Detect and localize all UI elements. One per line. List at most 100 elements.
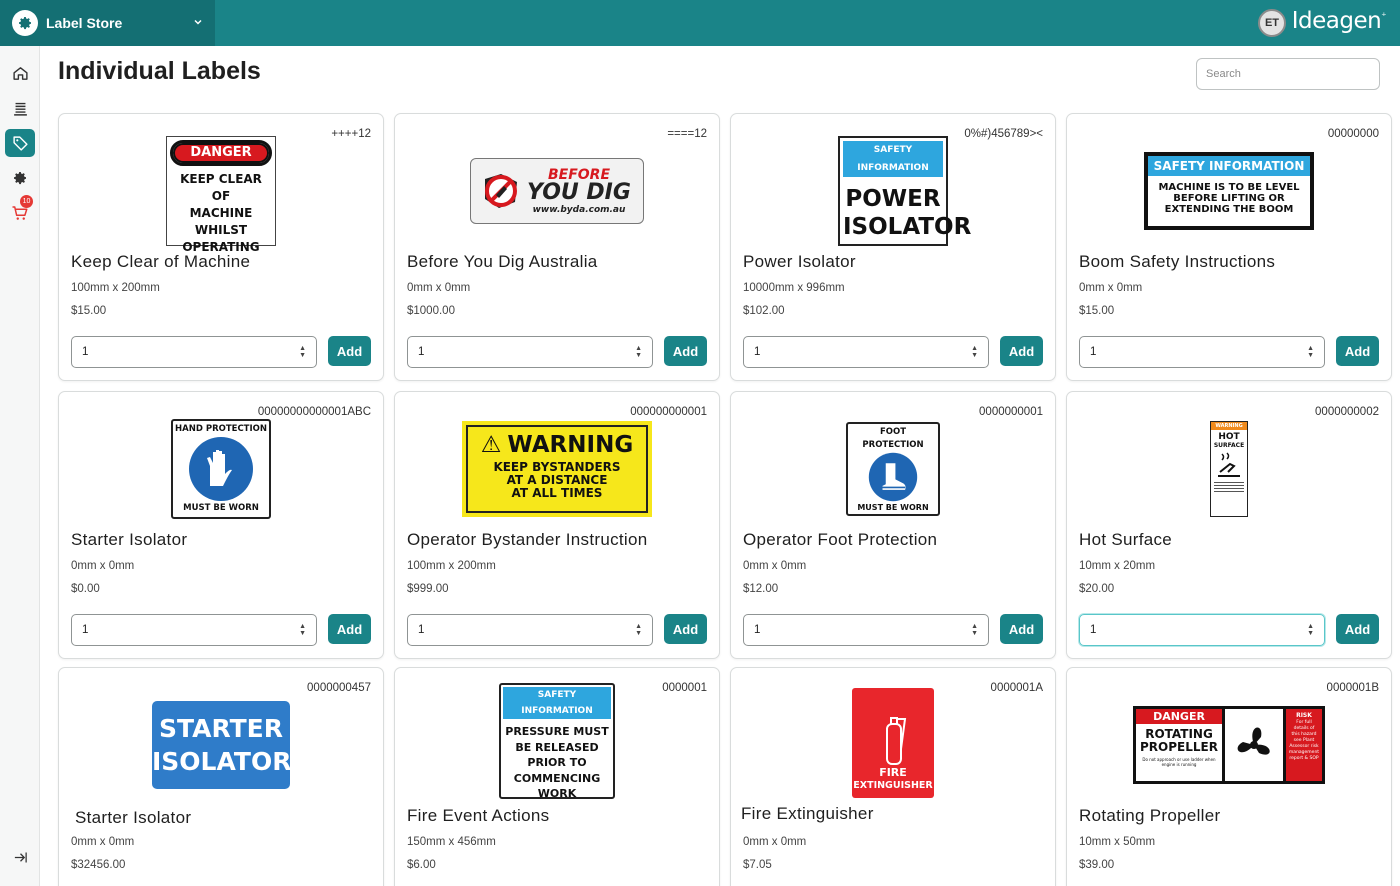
product-image[interactable]: FOOT PROTECTION MUST BE WORN <box>731 410 1055 528</box>
sign-line: MACHINE IS TO BE LEVEL <box>1158 182 1300 193</box>
cart-nav-button[interactable]: 10 <box>5 195 35 227</box>
add-to-cart-button[interactable]: Add <box>1336 614 1379 644</box>
add-to-cart-button[interactable]: Add <box>664 336 707 366</box>
sign-url: www.byda.com.au <box>532 204 626 215</box>
app-name: Label Store <box>46 15 123 31</box>
product-name[interactable]: Before You Dig Australia <box>407 252 598 272</box>
product-price: $20.00 <box>1079 583 1115 595</box>
quantity-value: 1 <box>1090 624 1097 636</box>
add-to-cart-button[interactable]: Add <box>328 614 371 644</box>
rotating-propeller-sign-image: DANGER ROTATING PROPELLER Do not approac… <box>1133 706 1325 784</box>
add-to-cart-button[interactable]: Add <box>1000 614 1043 644</box>
list-nav-button[interactable] <box>5 94 35 122</box>
product-name[interactable]: Boom Safety Instructions <box>1079 252 1275 272</box>
product-image[interactable]: WARNING HOT SURFACE <box>1067 410 1391 528</box>
product-price: $999.00 <box>407 583 449 595</box>
product-image[interactable]: BEFORE YOU DIG www.byda.com.au <box>395 132 719 250</box>
product-card: ++++12 DANGER KEEP CLEAR OF MACHINE WHIL… <box>58 113 384 381</box>
collapse-sidebar-button[interactable] <box>5 843 35 871</box>
product-image[interactable]: ⚠ WARNING KEEP BYSTANDERS AT A DISTANCE A… <box>395 410 719 528</box>
brand-text: Ideagen <box>1291 8 1382 34</box>
product-image[interactable]: STARTER ISOLATOR <box>59 686 383 804</box>
quantity-stepper[interactable]: 1 ▲ ▼ <box>407 614 653 646</box>
product-name[interactable]: Starter Isolator <box>71 530 187 550</box>
sign-header: SAFETY INFORMATION <box>843 141 943 177</box>
quantity-stepper[interactable]: 1 ▲ ▼ <box>407 336 653 368</box>
product-name[interactable]: Operator Bystander Instruction <box>407 530 648 550</box>
add-to-cart-button[interactable]: Add <box>328 336 371 366</box>
product-image[interactable]: SAFETY INFORMATION POWER ISOLATOR <box>731 132 1055 250</box>
product-name[interactable]: Starter Isolator <box>75 808 191 828</box>
user-avatar[interactable]: ET <box>1258 9 1286 37</box>
spinner-arrows-icon[interactable]: ▲ ▼ <box>299 623 306 637</box>
quantity-stepper[interactable]: 1 ▲ ▼ <box>1079 614 1325 646</box>
quantity-stepper[interactable]: 1 ▲ ▼ <box>743 614 989 646</box>
add-to-cart-button[interactable]: Add <box>1000 336 1043 366</box>
search-input[interactable] <box>1196 58 1380 90</box>
sign-side-line: report & SOP <box>1289 756 1319 761</box>
add-to-cart-button[interactable]: Add <box>664 614 707 644</box>
product-price: $15.00 <box>1079 305 1115 317</box>
product-card: 000000000001 ⚠ WARNING KEEP BYSTANDERS AT… <box>394 391 720 659</box>
quantity-stepper[interactable]: 1 ▲ ▼ <box>71 614 317 646</box>
quantity-value: 1 <box>1090 346 1097 358</box>
product-size: 0mm x 0mm <box>407 282 471 294</box>
home-nav-button[interactable] <box>5 59 35 87</box>
sign-line: WHILST <box>194 223 248 237</box>
product-name[interactable]: Keep Clear of Machine <box>71 252 250 272</box>
spinner-arrows-icon[interactable]: ▲ ▼ <box>971 623 978 637</box>
quantity-value: 1 <box>82 346 89 358</box>
product-name[interactable]: Fire Event Actions <box>407 806 549 826</box>
product-card: 0000001 SAFETY INFORMATION PRESSURE MUST… <box>394 667 720 886</box>
spinner-arrows-icon[interactable]: ▲ ▼ <box>1307 345 1314 359</box>
gear-logo-icon <box>12 10 38 36</box>
extinguisher-icon <box>886 717 907 765</box>
app-switcher[interactable]: Label Store <box>0 0 215 46</box>
brand-mark-icon: ⁺ <box>1381 11 1386 23</box>
product-name[interactable]: Power Isolator <box>743 252 856 272</box>
product-image[interactable]: DANGER ROTATING PROPELLER Do not approac… <box>1067 686 1391 804</box>
sign-line: HOT <box>1218 432 1240 442</box>
cart-count-badge: 10 <box>20 195 33 208</box>
product-image[interactable]: HAND PROTECTION MUST BE WORN <box>59 410 383 528</box>
spinner-arrows-icon[interactable]: ▲ ▼ <box>635 623 642 637</box>
product-name[interactable]: Rotating Propeller <box>1079 806 1220 826</box>
labels-nav-button[interactable] <box>5 129 35 157</box>
product-size: 0mm x 0mm <box>71 836 135 848</box>
top-bar: Label Store ET Ideagen⁺ <box>0 0 1400 46</box>
product-image[interactable]: FIRE EXTINGUISHER <box>731 684 1055 802</box>
sign-footer: MUST BE WORN <box>183 503 259 513</box>
product-name[interactable]: Hot Surface <box>1079 530 1172 550</box>
sign-side-header: RISK <box>1296 712 1312 719</box>
product-card: 0000000457 STARTER ISOLATOR Starter Isol… <box>58 667 384 886</box>
product-price: $32456.00 <box>71 859 126 871</box>
product-image[interactable]: DANGER KEEP CLEAR OF MACHINE WHILST OPER… <box>59 132 383 254</box>
product-price: $39.00 <box>1079 859 1115 871</box>
quantity-stepper[interactable]: 1 ▲ ▼ <box>71 336 317 368</box>
sign-header: SAFETY INFORMATION <box>1148 156 1310 176</box>
quantity-stepper[interactable]: 1 ▲ ▼ <box>1079 336 1325 368</box>
quantity-stepper[interactable]: 1 ▲ ▼ <box>743 336 989 368</box>
product-image[interactable]: SAFETY INFORMATION PRESSURE MUST BE RELE… <box>395 682 719 800</box>
sign-line: PRIOR TO <box>527 756 587 769</box>
chevron-down-icon <box>193 17 203 30</box>
product-image[interactable]: SAFETY INFORMATION MACHINE IS TO BE LEVE… <box>1067 132 1391 250</box>
safety-info-sign-image: SAFETY INFORMATION MACHINE IS TO BE LEVE… <box>1144 152 1314 230</box>
product-name[interactable]: Operator Foot Protection <box>743 530 937 550</box>
sign-header: DANGER <box>1136 709 1222 724</box>
spinner-arrows-icon[interactable]: ▲ ▼ <box>1307 623 1314 637</box>
product-size: 0mm x 0mm <box>743 836 807 848</box>
quantity-value: 1 <box>418 346 425 358</box>
spinner-arrows-icon[interactable]: ▲ ▼ <box>299 345 306 359</box>
product-grid: ++++12 DANGER KEEP CLEAR OF MACHINE WHIL… <box>58 113 1392 659</box>
sign-line: FIRE <box>879 766 907 779</box>
add-to-cart-button[interactable]: Add <box>1336 336 1379 366</box>
spinner-arrows-icon[interactable]: ▲ ▼ <box>971 345 978 359</box>
quantity-value: 1 <box>418 624 425 636</box>
spinner-arrows-icon[interactable]: ▲ ▼ <box>635 345 642 359</box>
settings-nav-button[interactable] <box>5 164 35 192</box>
product-name[interactable]: Fire Extinguisher <box>741 804 874 824</box>
tag-icon <box>12 135 28 151</box>
product-card: 00000000 SAFETY INFORMATION MACHINE IS T… <box>1066 113 1392 381</box>
sign-header: SAFETY INFORMATION <box>503 687 611 719</box>
